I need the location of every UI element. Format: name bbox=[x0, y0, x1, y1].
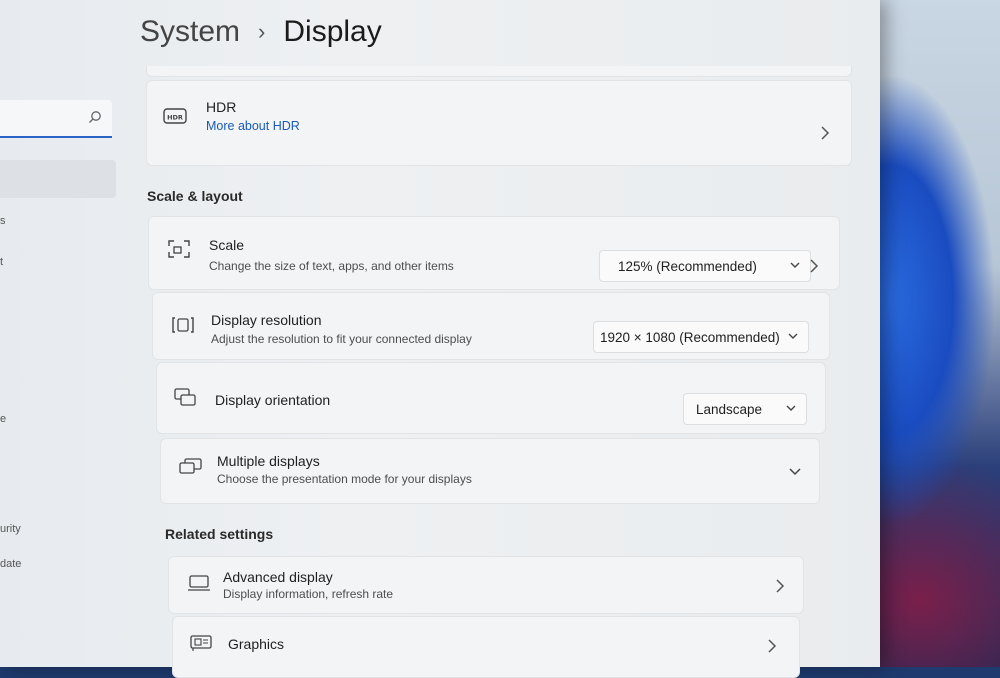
multiple-displays-subtitle: Choose the presentation mode for your di… bbox=[217, 472, 472, 486]
display-resolution-subtitle: Adjust the resolution to fit your connec… bbox=[211, 332, 472, 346]
display-orientation-dropdown[interactable]: Landscape bbox=[683, 393, 807, 425]
hdr-title: HDR bbox=[206, 99, 237, 115]
advanced-display-card[interactable]: Advanced display Display information, re… bbox=[168, 556, 804, 614]
graphics-title: Graphics bbox=[228, 636, 285, 652]
chevron-right-icon bbox=[768, 639, 777, 653]
nav-item-selected[interactable] bbox=[0, 160, 116, 198]
scale-icon bbox=[168, 240, 190, 258]
breadcrumb-separator: › bbox=[258, 19, 266, 44]
page-title: Display bbox=[283, 15, 382, 48]
chevron-down-icon bbox=[790, 262, 800, 268]
advanced-display-subtitle: Display information, refresh rate bbox=[223, 587, 394, 601]
chevron-right-icon[interactable] bbox=[809, 259, 819, 273]
scale-dropdown[interactable]: 125% (Recommended) bbox=[599, 250, 811, 282]
section-heading-scale-layout: Scale & layout bbox=[147, 188, 243, 204]
nav-item-fragment[interactable]: t bbox=[0, 256, 3, 268]
advanced-display-title: Advanced display bbox=[223, 569, 333, 585]
nav-item-fragment[interactable]: e bbox=[0, 413, 6, 425]
display-resolution-title: Display resolution bbox=[211, 312, 322, 328]
breadcrumb: System › Display bbox=[140, 10, 382, 54]
display-resolution-dropdown-value: 1920 × 1080 (Recommended) bbox=[600, 329, 780, 345]
display-resolution-dropdown[interactable]: 1920 × 1080 (Recommended) bbox=[593, 321, 809, 353]
display-orientation-icon bbox=[174, 388, 196, 406]
left-nav: s t e urity date bbox=[0, 0, 122, 667]
settings-window: s t e urity date System › Display HDR HD… bbox=[0, 0, 880, 678]
display-orientation-card[interactable]: Display orientation Landscape bbox=[156, 362, 826, 434]
scale-subtitle: Change the size of text, apps, and other… bbox=[209, 259, 454, 273]
graphics-card[interactable]: Graphics bbox=[172, 616, 800, 678]
nav-item-fragment[interactable]: s bbox=[0, 215, 6, 227]
chevron-right-icon bbox=[821, 126, 830, 140]
svg-text:HDR: HDR bbox=[167, 114, 183, 122]
scale-dropdown-value: 125% (Recommended) bbox=[618, 258, 757, 274]
chevron-right-icon bbox=[776, 579, 785, 593]
display-orientation-title: Display orientation bbox=[215, 392, 331, 408]
display-resolution-icon bbox=[172, 317, 194, 333]
monitor-icon bbox=[188, 575, 210, 591]
breadcrumb-parent[interactable]: System bbox=[140, 15, 240, 49]
multiple-displays-title: Multiple displays bbox=[217, 453, 320, 469]
nav-item-fragment[interactable]: urity bbox=[0, 523, 21, 535]
search-input[interactable] bbox=[0, 100, 112, 138]
graphics-card-icon bbox=[190, 635, 212, 651]
search-icon bbox=[89, 111, 101, 123]
chevron-down-icon[interactable] bbox=[789, 467, 801, 477]
multiple-displays-icon bbox=[179, 458, 202, 474]
chevron-down-icon bbox=[788, 333, 798, 339]
scale-card[interactable]: Scale Change the size of text, apps, and… bbox=[148, 216, 840, 290]
hdr-link[interactable]: More about HDR bbox=[206, 119, 300, 133]
section-heading-related-settings: Related settings bbox=[165, 526, 274, 542]
hdr-card[interactable]: HDR HDR More about HDR bbox=[146, 80, 852, 166]
card-fragment bbox=[146, 66, 852, 77]
display-orientation-dropdown-value: Landscape bbox=[696, 401, 763, 417]
scale-title: Scale bbox=[209, 237, 245, 253]
display-resolution-card[interactable]: Display resolution Adjust the resolution… bbox=[152, 292, 830, 360]
multiple-displays-card[interactable]: Multiple displays Choose the presentatio… bbox=[160, 438, 820, 504]
chevron-down-icon bbox=[786, 405, 796, 411]
hdr-icon: HDR bbox=[163, 108, 187, 124]
nav-item-fragment[interactable]: date bbox=[0, 558, 21, 570]
